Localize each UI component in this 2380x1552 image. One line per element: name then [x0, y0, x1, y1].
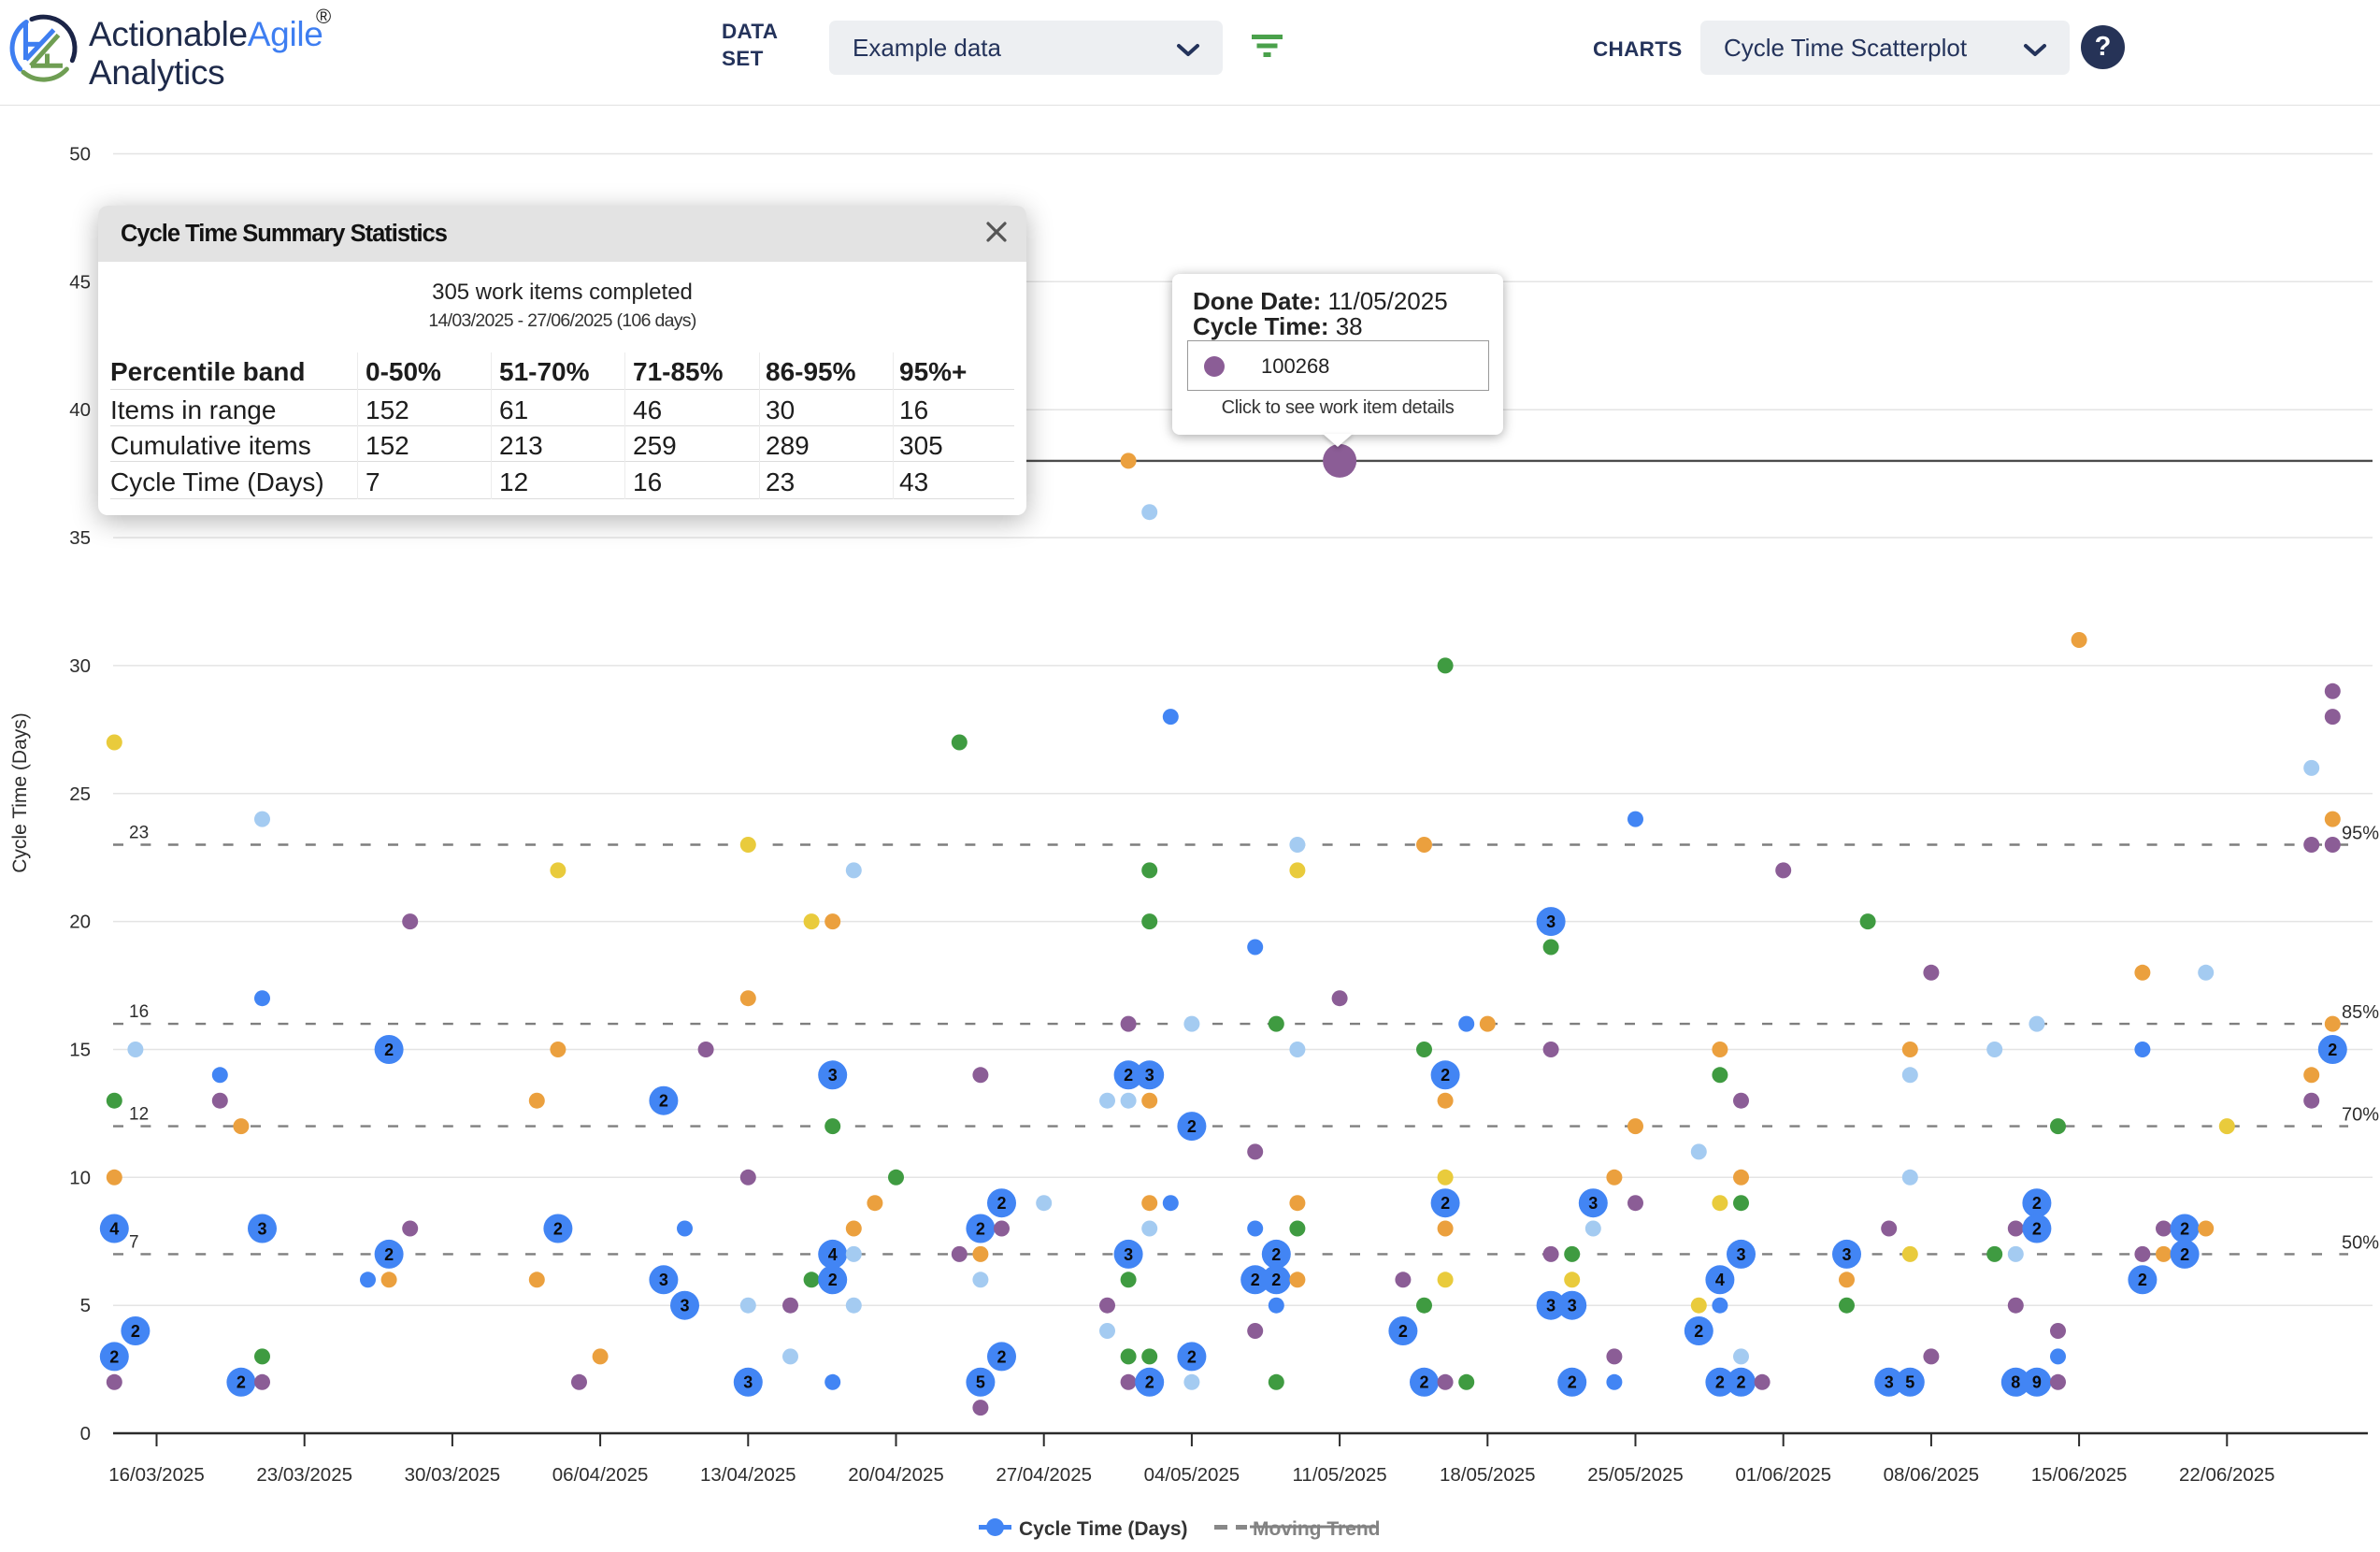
svg-text:04/05/2025: 04/05/2025	[1144, 1464, 1240, 1486]
svg-text:2: 2	[1187, 1117, 1197, 1136]
svg-text:2: 2	[1441, 1194, 1450, 1213]
svg-text:2: 2	[2032, 1194, 2042, 1213]
svg-text:15/06/2025: 15/06/2025	[2031, 1464, 2128, 1486]
svg-text:2: 2	[1736, 1373, 1745, 1392]
svg-text:0: 0	[80, 1423, 91, 1444]
svg-text:30: 30	[69, 655, 91, 677]
svg-text:06/04/2025: 06/04/2025	[552, 1464, 649, 1486]
svg-text:3: 3	[1842, 1245, 1851, 1264]
svg-text:2: 2	[1715, 1373, 1725, 1392]
svg-text:20/04/2025: 20/04/2025	[848, 1464, 944, 1486]
svg-text:08/06/2025: 08/06/2025	[1884, 1464, 1980, 1486]
svg-text:3: 3	[1145, 1066, 1154, 1085]
svg-text:2: 2	[1419, 1373, 1428, 1392]
svg-text:23/03/2025: 23/03/2025	[256, 1464, 352, 1486]
svg-text:2: 2	[1441, 1066, 1450, 1085]
svg-text:9: 9	[2032, 1373, 2042, 1392]
svg-text:2: 2	[384, 1041, 394, 1059]
svg-text:2: 2	[996, 1347, 1006, 1366]
svg-text:2: 2	[2138, 1271, 2147, 1289]
svg-text:2: 2	[2032, 1219, 2042, 1238]
svg-text:3: 3	[1546, 913, 1556, 931]
svg-text:3: 3	[1736, 1245, 1745, 1264]
svg-text:50: 50	[69, 144, 91, 165]
svg-text:Cycle Time (Days): Cycle Time (Days)	[9, 712, 31, 873]
svg-text:3: 3	[1568, 1297, 1577, 1315]
svg-text:2: 2	[2328, 1041, 2337, 1059]
svg-text:2: 2	[1694, 1322, 1703, 1341]
svg-text:70%: 70%	[2342, 1105, 2379, 1126]
svg-text:18/05/2025: 18/05/2025	[1440, 1464, 1536, 1486]
svg-text:2: 2	[1124, 1066, 1133, 1085]
svg-text:2: 2	[131, 1322, 140, 1341]
svg-text:Moving Trend: Moving Trend	[1253, 1518, 1381, 1540]
svg-text:25: 25	[69, 783, 91, 805]
svg-text:2: 2	[976, 1219, 985, 1238]
svg-text:7: 7	[129, 1232, 139, 1252]
svg-text:16: 16	[129, 1002, 149, 1022]
svg-text:85%: 85%	[2342, 1002, 2379, 1023]
svg-text:22/06/2025: 22/06/2025	[2179, 1464, 2275, 1486]
svg-text:2: 2	[2180, 1219, 2189, 1238]
svg-text:2: 2	[1398, 1322, 1408, 1341]
svg-text:5: 5	[976, 1373, 985, 1392]
svg-text:25/05/2025: 25/05/2025	[1587, 1464, 1684, 1486]
svg-text:3: 3	[828, 1066, 838, 1085]
svg-text:5: 5	[1905, 1373, 1914, 1392]
svg-text:2: 2	[553, 1219, 563, 1238]
svg-text:2: 2	[109, 1347, 119, 1366]
svg-text:50%: 50%	[2342, 1232, 2379, 1253]
svg-text:35: 35	[69, 527, 91, 549]
svg-text:4: 4	[1715, 1271, 1725, 1289]
svg-text:45: 45	[69, 271, 91, 293]
svg-text:2: 2	[1187, 1347, 1197, 1366]
svg-text:3: 3	[1588, 1194, 1598, 1213]
svg-text:2: 2	[1271, 1271, 1281, 1289]
svg-text:3: 3	[1546, 1297, 1556, 1315]
svg-text:3: 3	[743, 1373, 753, 1392]
svg-text:4: 4	[828, 1245, 838, 1264]
svg-text:3: 3	[1885, 1373, 1894, 1392]
svg-text:3: 3	[1124, 1245, 1133, 1264]
svg-text:2: 2	[659, 1092, 668, 1111]
svg-text:8: 8	[2011, 1373, 2020, 1392]
svg-text:3: 3	[257, 1219, 266, 1238]
svg-text:23: 23	[129, 824, 149, 843]
svg-text:16/03/2025: 16/03/2025	[108, 1464, 205, 1486]
svg-text:2: 2	[1251, 1271, 1260, 1289]
svg-text:2: 2	[1145, 1373, 1154, 1392]
svg-text:5: 5	[80, 1295, 91, 1316]
svg-text:2: 2	[237, 1373, 246, 1392]
svg-text:11/05/2025: 11/05/2025	[1293, 1464, 1387, 1486]
svg-text:40: 40	[69, 399, 91, 421]
svg-text:Cycle Time (Days): Cycle Time (Days)	[1019, 1518, 1188, 1540]
svg-text:2: 2	[996, 1194, 1006, 1213]
svg-text:4: 4	[109, 1219, 119, 1238]
svg-text:95%: 95%	[2342, 824, 2379, 844]
svg-text:27/04/2025: 27/04/2025	[996, 1464, 1092, 1486]
svg-text:2: 2	[828, 1271, 838, 1289]
svg-text:01/06/2025: 01/06/2025	[1735, 1464, 1831, 1486]
svg-text:15: 15	[69, 1040, 91, 1061]
svg-text:2: 2	[384, 1245, 394, 1264]
svg-text:2: 2	[1271, 1245, 1281, 1264]
svg-text:3: 3	[680, 1297, 689, 1315]
svg-text:2: 2	[2180, 1245, 2189, 1264]
svg-text:2: 2	[1568, 1373, 1577, 1392]
svg-text:10: 10	[69, 1167, 91, 1188]
svg-text:30/03/2025: 30/03/2025	[405, 1464, 501, 1486]
svg-text:3: 3	[659, 1271, 668, 1289]
svg-text:12: 12	[129, 1105, 149, 1125]
svg-text:20: 20	[69, 912, 91, 933]
svg-text:13/04/2025: 13/04/2025	[700, 1464, 796, 1486]
